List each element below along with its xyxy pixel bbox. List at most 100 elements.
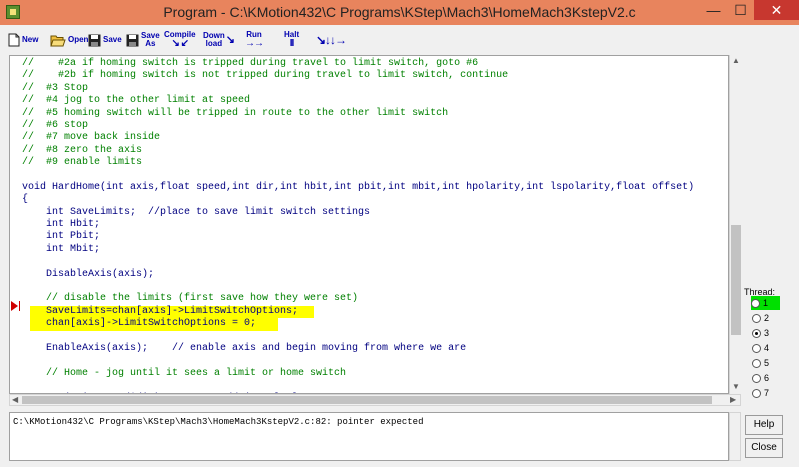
code-line-text: // #9 enable limits (22, 157, 143, 169)
close-button[interactable]: Close (745, 438, 783, 458)
code-line-text: int Pbit; (22, 231, 101, 243)
output-message: C:\KMotion432\C Programs\KStep\Mach3\Hom… (13, 417, 424, 427)
code-line-text: // Home - jog until it sees a limit or h… (22, 367, 347, 379)
compile-label-group: Compile ↘ ↙ (164, 31, 196, 49)
halt-label-group: Halt II (284, 31, 299, 49)
code-line: EnableAxis(axis); // enable axis and beg… (10, 342, 728, 355)
radio-button-icon[interactable] (751, 298, 760, 308)
compile-arrows-icon: ↘ ↙ (171, 38, 190, 49)
code-line: // disable the limits (first save how th… (10, 293, 728, 305)
scroll-down-arrow-icon[interactable]: ▼ (732, 382, 740, 391)
thread-radio-label: 4 (764, 343, 770, 353)
code-line: // #7 move back inside (10, 132, 728, 144)
vertical-scroll-thumb[interactable] (731, 225, 741, 335)
code-line: // #5 homing switch will be tripped in r… (10, 107, 728, 120)
code-line-text: DisableAxis(axis); (22, 268, 155, 280)
thread-radio-label: 3 (764, 328, 770, 338)
editor-horizontal-scrollbar[interactable]: ◀ ▶ (9, 394, 741, 406)
code-line-text: chan[axis]->LimitSwitchOptions = 0; (22, 318, 257, 330)
code-line-text: // #2a if homing switch is tripped durin… (22, 58, 479, 69)
open-button[interactable]: Open (50, 28, 88, 52)
toolbar: New Open Save Save As Compile ↘ ↙ Down l… (0, 25, 799, 53)
thread-radio-label: 2 (764, 313, 770, 323)
code-line-text: // #2b if homing switch is not tripped d… (22, 70, 509, 82)
horizontal-scroll-thumb[interactable] (22, 396, 712, 404)
code-editor[interactable]: // #2a if homing switch is tripped durin… (9, 55, 729, 394)
save-as-label: Save As (141, 32, 160, 48)
scroll-right-arrow-icon[interactable]: ▶ (730, 395, 736, 404)
minimize-button[interactable]: — (700, 0, 727, 20)
thread-radio-3[interactable]: 3 (752, 326, 769, 340)
radio-button-icon[interactable] (752, 388, 761, 398)
thread-radio-label: 6 (764, 373, 770, 383)
code-lines: // #2a if homing switch is tripped durin… (10, 58, 728, 393)
thread-radio-5[interactable]: 5 (752, 356, 769, 370)
thread-radio-label: 7 (764, 388, 770, 398)
thread-radio-4[interactable]: 4 (752, 341, 769, 355)
maximize-button[interactable]: ☐ (727, 0, 754, 20)
save-as-label-line2: As (145, 39, 156, 48)
new-button[interactable]: New (8, 28, 38, 52)
radio-button-icon[interactable] (752, 343, 761, 353)
run-button[interactable]: Run →→ (245, 28, 264, 52)
floppy-disk-icon (126, 34, 139, 46)
step-button[interactable]: ↘↓↓→ (316, 28, 347, 52)
thread-radio-1[interactable]: 1 (751, 296, 781, 310)
code-line: // #4 jog to the other limit at speed (10, 95, 728, 107)
open-folder-icon (50, 35, 66, 46)
run-arrows-icon: →→ (245, 38, 264, 49)
scroll-up-arrow-icon[interactable]: ▲ (732, 56, 740, 65)
halt-button[interactable]: Halt II (284, 28, 299, 52)
output-console[interactable]: C:\KMotion432\C Programs\KStep\Mach3\Hom… (9, 412, 729, 461)
code-line: int Mbit; (10, 243, 728, 256)
editor-vertical-scrollbar[interactable]: ▲ ▼ (729, 55, 741, 394)
step-arrows-icon: ↘↓↓→ (316, 33, 347, 47)
radio-button-icon[interactable] (752, 313, 761, 323)
output-vertical-scrollbar[interactable] (729, 412, 741, 461)
new-file-icon (8, 33, 20, 47)
code-line: // #6 stop (10, 120, 728, 132)
download-button[interactable]: Down load ↘ (203, 28, 235, 52)
download-arrow-icon: ↘ (225, 34, 235, 46)
save-button[interactable]: Save (88, 28, 122, 52)
radio-button-icon[interactable] (752, 358, 761, 368)
code-line: chan[axis]->LimitSwitchOptions = 0; (10, 318, 728, 331)
thread-radio-2[interactable]: 2 (752, 311, 769, 325)
code-line-text: { (22, 194, 29, 206)
code-line: int Pbit; (10, 231, 728, 243)
compile-button[interactable]: Compile ↘ ↙ (164, 28, 196, 52)
code-line-text: void HardHome(int axis,float speed,int d… (22, 181, 695, 193)
thread-radio-label: 5 (764, 358, 770, 368)
floppy-disk-icon (88, 34, 101, 46)
scroll-left-arrow-icon[interactable]: ◀ (12, 395, 18, 404)
new-label: New (22, 35, 39, 44)
code-line-text: // #4 jog to the other limit at speed (22, 95, 251, 107)
code-line-text: EnableAxis(axis); // enable axis and beg… (22, 342, 467, 354)
thread-radio-6[interactable]: 6 (752, 371, 769, 385)
save-label: Save (103, 35, 122, 44)
radio-button-icon[interactable] (752, 328, 761, 338)
breakpoint-arrow-icon (11, 301, 20, 311)
code-line-text: // #7 move back inside (22, 132, 161, 144)
open-label: Open (68, 35, 89, 44)
close-window-button[interactable]: ✕ (754, 0, 799, 20)
code-line-text: int Mbit; (22, 243, 101, 255)
radio-button-icon[interactable] (752, 373, 761, 383)
code-line-text: // disable the limits (first save how th… (22, 293, 359, 305)
thread-radio-7[interactable]: 7 (752, 386, 769, 400)
help-button[interactable]: Help (745, 415, 783, 435)
download-label-group: Down load (203, 32, 225, 48)
save-as-button[interactable]: Save As (126, 28, 160, 52)
code-line: // Home - jog until it sees a limit or h… (10, 367, 728, 380)
code-line: int Hbit; (10, 219, 728, 231)
code-line-text: int SaveLimits; //place to save limit sw… (22, 206, 371, 218)
code-line: int SaveLimits; //place to save limit sw… (10, 206, 728, 219)
run-label-group: Run →→ (245, 31, 264, 49)
code-line-text: // #5 homing switch will be tripped in r… (22, 107, 449, 119)
